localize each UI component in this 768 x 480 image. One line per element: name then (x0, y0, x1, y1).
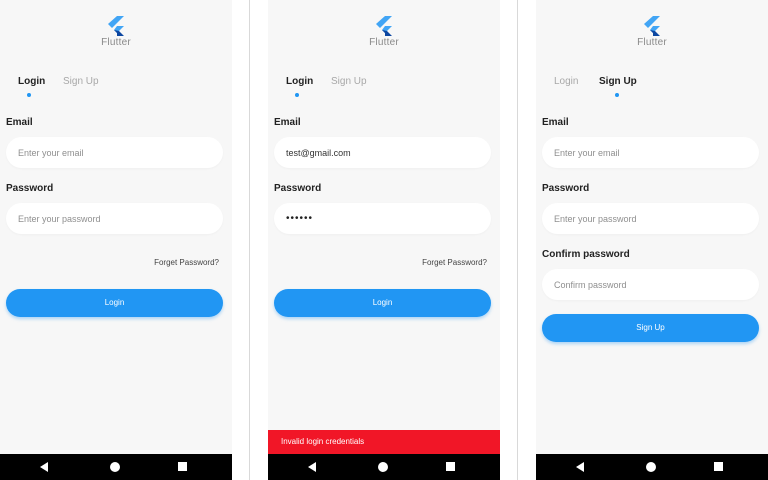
password-label: Password (6, 183, 54, 194)
tab-login[interactable]: Login (554, 76, 578, 87)
active-tab-indicator (615, 93, 619, 97)
error-snackbar: Invalid login credentials (268, 430, 500, 454)
password-input[interactable] (542, 203, 759, 234)
active-tab-indicator (27, 93, 31, 97)
confirm-password-input[interactable] (542, 269, 759, 300)
tab-login[interactable]: Login (18, 76, 45, 87)
recent-apps-icon[interactable] (178, 462, 187, 471)
logo-text: Flutter (101, 37, 131, 48)
app-logo: Flutter (536, 16, 768, 48)
login-button[interactable]: Login (274, 289, 491, 317)
tab-login[interactable]: Login (286, 76, 313, 87)
recent-apps-icon[interactable] (714, 462, 723, 471)
flutter-logo-icon (644, 16, 660, 36)
forgot-password-link[interactable]: Forget Password? (422, 258, 487, 267)
login-button[interactable]: Login (6, 289, 223, 317)
signup-button[interactable]: Sign Up (542, 314, 759, 342)
password-label: Password (274, 183, 322, 194)
android-nav-bar (536, 454, 768, 480)
android-nav-bar (0, 454, 232, 480)
email-input[interactable] (274, 137, 491, 168)
password-label: Password (542, 183, 590, 194)
signup-screen: Flutter Login Sign Up Email Password Con… (536, 0, 768, 480)
password-input[interactable] (6, 203, 223, 234)
back-icon[interactable] (40, 462, 48, 472)
home-icon[interactable] (646, 462, 656, 472)
stage: Flutter Login Sign Up Email Password For… (0, 0, 768, 480)
screen-divider (249, 0, 250, 480)
login-screen-error: Flutter Login Sign Up Email Password For… (268, 0, 500, 480)
app-logo: Flutter (0, 16, 232, 48)
logo-text: Flutter (369, 37, 399, 48)
android-nav-bar (268, 454, 500, 480)
tab-signup[interactable]: Sign Up (63, 76, 99, 87)
app-logo: Flutter (268, 16, 500, 48)
screen-divider (517, 0, 518, 480)
flutter-logo-icon (376, 16, 392, 36)
tab-signup[interactable]: Sign Up (599, 76, 637, 87)
confirm-password-label: Confirm password (542, 249, 630, 260)
home-icon[interactable] (378, 462, 388, 472)
tab-signup[interactable]: Sign Up (331, 76, 367, 87)
home-icon[interactable] (110, 462, 120, 472)
password-input[interactable] (274, 203, 491, 234)
email-label: Email (274, 117, 301, 128)
logo-text: Flutter (637, 37, 667, 48)
email-input[interactable] (6, 137, 223, 168)
flutter-logo-icon (108, 16, 124, 36)
email-label: Email (542, 117, 569, 128)
back-icon[interactable] (308, 462, 316, 472)
login-screen-empty: Flutter Login Sign Up Email Password For… (0, 0, 232, 480)
recent-apps-icon[interactable] (446, 462, 455, 471)
email-input[interactable] (542, 137, 759, 168)
active-tab-indicator (295, 93, 299, 97)
back-icon[interactable] (576, 462, 584, 472)
forgot-password-link[interactable]: Forget Password? (154, 258, 219, 267)
email-label: Email (6, 117, 33, 128)
